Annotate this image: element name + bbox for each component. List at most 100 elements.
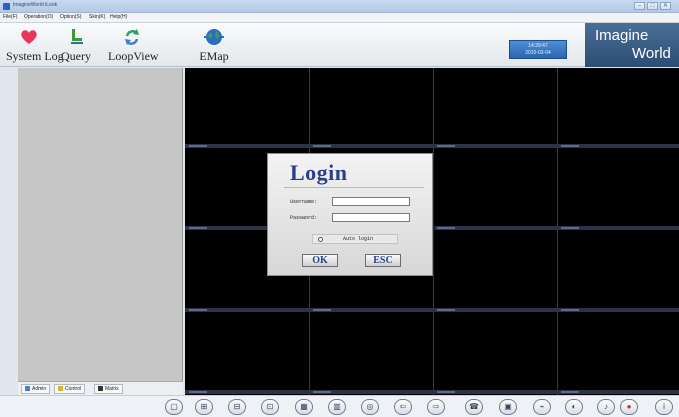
close-button[interactable]: ✕ bbox=[660, 2, 671, 10]
emap-button[interactable]: EMap bbox=[196, 27, 232, 65]
talk-button[interactable]: ⌁ bbox=[533, 399, 551, 415]
window-title: ImagineWorld iLook bbox=[13, 2, 58, 8]
channel-label bbox=[437, 227, 455, 229]
loopview-label: LoopView bbox=[108, 49, 159, 63]
channel-label bbox=[313, 145, 331, 147]
layout-1-button[interactable]: ▢ bbox=[165, 399, 183, 415]
channel-label bbox=[189, 391, 207, 393]
toolbar: System Log Query LoopView EMap bbox=[0, 23, 679, 67]
previous-button[interactable]: ⇦ bbox=[394, 399, 412, 415]
tab-control-label: Control bbox=[65, 386, 82, 392]
app-icon bbox=[3, 3, 10, 10]
menu-skin[interactable]: Skin(K) bbox=[89, 14, 105, 20]
brand-line1: Imagine bbox=[595, 27, 649, 44]
layout-8-button[interactable]: ⊡ bbox=[261, 399, 279, 415]
grid-divider bbox=[433, 68, 434, 395]
channel-label bbox=[189, 145, 207, 147]
loop-arrows-icon bbox=[125, 29, 139, 45]
control-icon bbox=[58, 386, 63, 391]
grid-divider bbox=[557, 68, 558, 395]
phone-icon: ☎ bbox=[469, 402, 479, 411]
layout-6-icon: ⊟ bbox=[233, 402, 241, 411]
volume-icon: ◐ bbox=[571, 402, 577, 411]
left-panel-tabs: Admin Control Matrix bbox=[18, 381, 183, 395]
speaker-button[interactable]: ♪ bbox=[597, 399, 615, 415]
snapshot-button[interactable]: ▣ bbox=[499, 399, 517, 415]
layout-4-button[interactable]: ⊞ bbox=[195, 399, 213, 415]
bottom-control-bar: ▢ ⊞ ⊟ ⊡ ▦ ▥ ◎ ⇦ ⇨ ☎ ▣ ⌁ ◐ ♪ ● i bbox=[0, 395, 679, 417]
info-button[interactable]: i bbox=[655, 399, 673, 415]
menu-operation[interactable]: Operation(O) bbox=[24, 14, 53, 20]
system-log-button[interactable]: System Log bbox=[6, 27, 64, 65]
speaker-icon: ♪ bbox=[604, 402, 608, 411]
channel-label bbox=[561, 227, 579, 229]
channel-label bbox=[437, 309, 455, 311]
tab-control[interactable]: Control bbox=[54, 384, 86, 394]
next-button[interactable]: ⇨ bbox=[427, 399, 445, 415]
brand-line2: World bbox=[632, 45, 671, 62]
tab-matrix-label: Matrix bbox=[105, 386, 119, 392]
login-title: Login bbox=[290, 160, 348, 185]
channel-label bbox=[313, 391, 331, 393]
menu-option[interactable]: Option(S) bbox=[60, 14, 81, 20]
loopview-button[interactable]: LoopView bbox=[108, 27, 159, 65]
auto-login-label: Auto login bbox=[343, 236, 374, 242]
time-text: 14:29:47 bbox=[528, 43, 548, 49]
channel-label bbox=[437, 145, 455, 147]
left-margin bbox=[0, 68, 18, 395]
globe-icon bbox=[204, 29, 224, 45]
layout-9-button[interactable]: ▦ bbox=[295, 399, 313, 415]
info-icon: i bbox=[663, 402, 665, 411]
layout-9-icon: ▦ bbox=[300, 402, 308, 411]
minimize-button[interactable]: – bbox=[634, 2, 645, 10]
channel-label bbox=[561, 145, 579, 147]
login-dialog: Login Username: Password: Auto login OK … bbox=[267, 153, 433, 276]
menu-bar: File(F) Operation(O) Option(S) Skin(K) H… bbox=[0, 13, 679, 23]
ok-button[interactable]: OK bbox=[302, 254, 338, 267]
layout-1-icon: ▢ bbox=[170, 402, 178, 411]
admin-icon bbox=[25, 386, 30, 391]
layout-16-icon: ▥ bbox=[333, 402, 341, 411]
layout-4-icon: ⊞ bbox=[200, 402, 208, 411]
channel-label bbox=[561, 391, 579, 393]
tab-admin[interactable]: Admin bbox=[21, 384, 51, 394]
channel-label bbox=[313, 309, 331, 311]
channel-label bbox=[189, 227, 207, 229]
layout-6-button[interactable]: ⊟ bbox=[228, 399, 246, 415]
title-bar: ImagineWorld iLook – □ ✕ bbox=[0, 0, 679, 13]
auto-login-radio[interactable] bbox=[318, 237, 323, 242]
auto-login-option[interactable]: Auto login bbox=[312, 234, 398, 244]
record-button[interactable]: ● bbox=[620, 399, 638, 415]
query-button[interactable]: Query bbox=[58, 27, 94, 65]
password-field[interactable] bbox=[332, 213, 410, 222]
channel-label bbox=[437, 391, 455, 393]
date-text: 2010-03-04 bbox=[525, 50, 551, 56]
login-divider bbox=[284, 187, 424, 188]
record-icon: ● bbox=[626, 402, 632, 411]
menu-file[interactable]: File(F) bbox=[3, 14, 17, 20]
fullscreen-button[interactable]: ◎ bbox=[361, 399, 379, 415]
esc-button[interactable]: ESC bbox=[365, 254, 401, 267]
chair-icon bbox=[71, 29, 83, 44]
menu-help[interactable]: Help(H) bbox=[110, 14, 127, 20]
channel-label bbox=[189, 309, 207, 311]
query-label: Query bbox=[61, 49, 91, 63]
snapshot-icon: ▣ bbox=[504, 402, 512, 411]
matrix-icon bbox=[98, 386, 103, 391]
layout-8-icon: ⊡ bbox=[266, 402, 274, 411]
phone-button[interactable]: ☎ bbox=[465, 399, 483, 415]
channel-label bbox=[561, 309, 579, 311]
tab-matrix[interactable]: Matrix bbox=[94, 384, 123, 394]
username-label: Username: bbox=[290, 199, 318, 205]
password-label: Password: bbox=[290, 215, 318, 221]
maximize-button[interactable]: □ bbox=[647, 2, 658, 10]
talk-icon: ⌁ bbox=[539, 402, 545, 411]
device-tree-panel[interactable] bbox=[18, 68, 183, 395]
username-field[interactable] bbox=[332, 197, 410, 206]
next-icon: ⇨ bbox=[432, 402, 440, 411]
tab-admin-label: Admin bbox=[32, 386, 47, 392]
emap-label: EMap bbox=[199, 49, 229, 63]
channel-bar-row-4 bbox=[185, 390, 679, 394]
volume-button[interactable]: ◐ bbox=[565, 399, 583, 415]
layout-16-button[interactable]: ▥ bbox=[328, 399, 346, 415]
